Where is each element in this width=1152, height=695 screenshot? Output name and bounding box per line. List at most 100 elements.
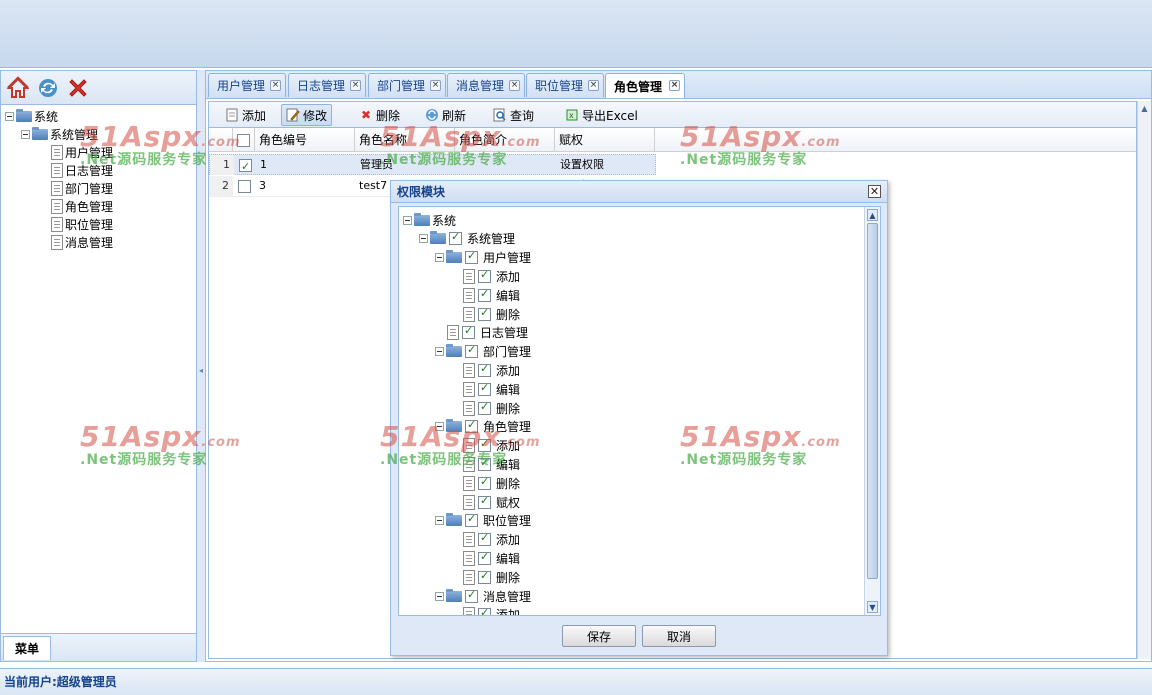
perm-tree-action[interactable]: 删除 xyxy=(463,474,520,492)
scroll-up-icon[interactable]: ▲ xyxy=(867,209,878,221)
add-button[interactable]: 添加 xyxy=(221,104,270,126)
edit-button[interactable]: 修改 xyxy=(281,104,333,126)
perm-tree-module[interactable]: 消息管理 xyxy=(435,587,531,605)
collapse-icon[interactable] xyxy=(5,111,14,121)
collapse-icon[interactable] xyxy=(403,215,412,225)
delete-button[interactable]: ✖ 删除 xyxy=(355,104,404,126)
perm-tree-root[interactable]: 系统 xyxy=(403,211,456,229)
permission-checkbox[interactable] xyxy=(478,531,491,547)
collapse-icon[interactable] xyxy=(435,591,444,601)
permission-checkbox[interactable] xyxy=(478,456,491,471)
col-header-role-name[interactable]: 角色名称 xyxy=(355,128,455,152)
perm-tree-action[interactable]: 编辑 xyxy=(463,380,520,398)
tab-position-management[interactable]: 职位管理 × xyxy=(526,73,604,97)
export-excel-button[interactable]: x 导出Excel xyxy=(561,104,642,126)
scroll-down-icon[interactable]: ▼ xyxy=(867,601,878,613)
row-checkbox[interactable] xyxy=(238,179,251,193)
perm-tree-action[interactable]: 删除 xyxy=(463,305,520,323)
permission-checkbox[interactable] xyxy=(465,418,478,434)
tab-close-icon[interactable]: × xyxy=(669,80,680,91)
col-header-permission[interactable]: 赋权 xyxy=(555,128,655,152)
perm-tree-module[interactable]: 用户管理 xyxy=(435,249,531,267)
collapse-icon[interactable] xyxy=(435,422,444,432)
dialog-scrollbar[interactable]: ▲ ▼ xyxy=(864,207,880,615)
col-header-role-desc[interactable]: 角色简介 xyxy=(455,128,555,152)
tab-close-icon[interactable]: × xyxy=(509,80,520,91)
panel-splitter[interactable]: ◂ xyxy=(197,70,205,662)
permission-checkbox[interactable] xyxy=(478,400,491,415)
collapse-icon[interactable] xyxy=(435,253,444,263)
permission-checkbox[interactable] xyxy=(465,588,478,603)
perm-tree-action[interactable]: 删除 xyxy=(463,399,520,417)
tab-user-management[interactable]: 用户管理 × xyxy=(208,73,286,97)
tree-node-system[interactable]: 系统 xyxy=(5,107,58,125)
sidebar-item-department[interactable]: 部门管理 xyxy=(51,179,113,197)
permission-checkbox[interactable] xyxy=(478,475,491,490)
permission-checkbox[interactable] xyxy=(465,343,478,359)
permission-checkbox[interactable] xyxy=(478,550,491,565)
permission-checkbox[interactable] xyxy=(478,362,491,377)
perm-tree-action[interactable]: 编辑 xyxy=(463,549,520,567)
save-button[interactable]: 保存 xyxy=(562,625,636,647)
select-all-checkbox[interactable] xyxy=(237,133,250,147)
refresh-button[interactable]: 刷新 xyxy=(421,104,470,126)
permission-checkbox[interactable] xyxy=(465,512,478,528)
tab-close-icon[interactable]: × xyxy=(350,80,361,91)
permission-checkbox[interactable] xyxy=(478,569,491,584)
perm-tree-action[interactable]: 添加 xyxy=(463,361,520,379)
collapse-arrow-icon[interactable]: ◂ xyxy=(199,366,203,375)
tree-node-system-management[interactable]: 系统管理 xyxy=(21,125,98,143)
collapse-icon[interactable] xyxy=(435,516,444,526)
perm-tree-action[interactable]: 编辑 xyxy=(463,455,520,473)
tab-close-icon[interactable]: × xyxy=(588,80,599,91)
tab-role-management[interactable]: 角色管理 × xyxy=(605,73,685,98)
perm-tree-group[interactable]: 系统管理 xyxy=(419,230,515,248)
permission-checkbox[interactable] xyxy=(478,381,491,396)
permission-checkbox[interactable] xyxy=(478,287,491,302)
perm-tree-action[interactable]: 删除 xyxy=(463,568,520,586)
sidebar-item-position[interactable]: 职位管理 xyxy=(51,215,113,233)
permission-checkbox[interactable] xyxy=(478,437,491,453)
permission-checkbox[interactable] xyxy=(478,606,491,615)
permission-checkbox[interactable] xyxy=(465,249,478,265)
sidebar-item-user[interactable]: 用户管理 xyxy=(51,143,113,161)
permission-checkbox[interactable] xyxy=(478,268,491,283)
tab-menu[interactable]: 菜单 xyxy=(3,636,51,660)
col-header-role-id[interactable]: 角色编号 xyxy=(255,128,355,152)
dialog-title-bar[interactable]: 权限模块 ✕ xyxy=(391,181,887,203)
main-scrollbar[interactable]: ▲ xyxy=(1137,101,1151,659)
permission-checkbox[interactable] xyxy=(478,306,491,321)
sidebar-item-message[interactable]: 消息管理 xyxy=(51,233,113,251)
query-button[interactable]: 查询 xyxy=(489,104,538,126)
table-row[interactable]: 1 1 管理员 设置权限 xyxy=(209,154,656,175)
scroll-thumb[interactable] xyxy=(867,223,878,579)
perm-tree-module[interactable]: 职位管理 xyxy=(435,512,531,530)
dialog-close-icon[interactable]: ✕ xyxy=(868,185,881,198)
collapse-icon[interactable] xyxy=(21,129,30,139)
perm-tree-action[interactable]: 编辑 xyxy=(463,286,520,304)
perm-tree-module[interactable]: 部门管理 xyxy=(435,343,531,361)
perm-tree-action[interactable]: 添加 xyxy=(463,531,520,549)
perm-tree-action[interactable]: 赋权 xyxy=(463,493,520,511)
permission-checkbox[interactable] xyxy=(462,324,475,340)
sidebar-item-log[interactable]: 日志管理 xyxy=(51,161,113,179)
close-icon[interactable] xyxy=(65,75,91,101)
tab-message-management[interactable]: 消息管理 × xyxy=(447,73,525,97)
collapse-icon[interactable] xyxy=(435,347,444,357)
perm-tree-action[interactable]: 添加 xyxy=(463,437,520,455)
permission-checkbox[interactable] xyxy=(478,494,491,509)
permission-checkbox[interactable] xyxy=(449,230,462,246)
set-permission-link[interactable]: 设置权限 xyxy=(556,155,656,175)
cancel-button[interactable]: 取消 xyxy=(642,625,716,647)
perm-tree-module[interactable]: 日志管理 xyxy=(447,324,528,342)
tab-log-management[interactable]: 日志管理 × xyxy=(288,73,366,97)
perm-tree-module[interactable]: 角色管理 xyxy=(435,418,531,436)
refresh-icon[interactable] xyxy=(35,75,61,101)
tab-close-icon[interactable]: × xyxy=(430,80,441,91)
tab-close-icon[interactable]: × xyxy=(270,80,281,91)
perm-tree-action[interactable]: 添加 xyxy=(463,267,520,285)
sidebar-item-role[interactable]: 角色管理 xyxy=(51,197,113,215)
scroll-up-icon[interactable]: ▲ xyxy=(1139,103,1150,114)
row-checkbox[interactable] xyxy=(239,157,252,175)
tab-department-management[interactable]: 部门管理 × xyxy=(368,73,446,97)
